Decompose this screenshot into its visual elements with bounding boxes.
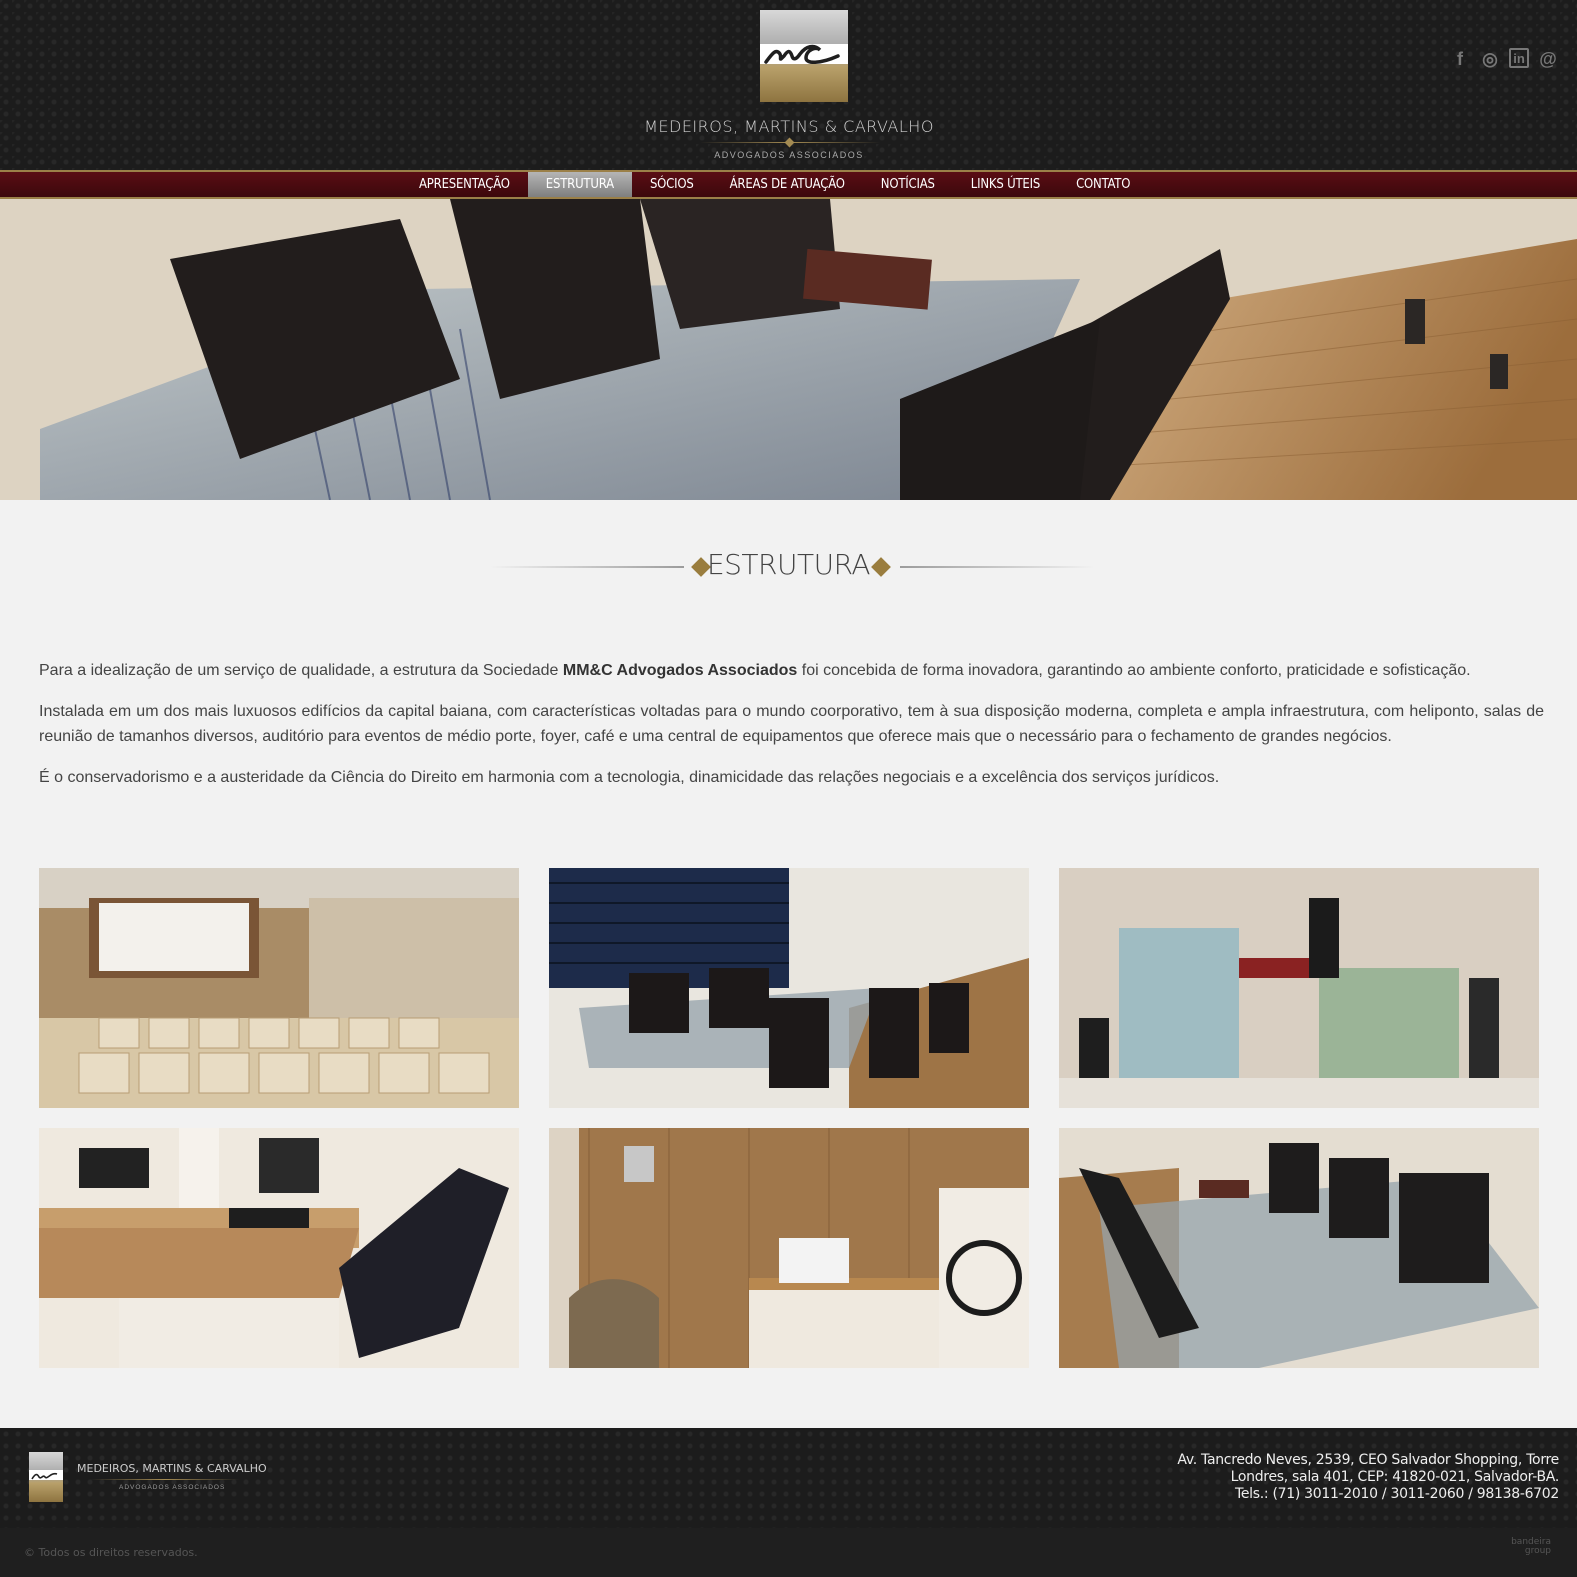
photo-auditorium[interactable]	[39, 868, 519, 1108]
paragraph: É o conservadorismo e a austeridade da C…	[39, 769, 1220, 786]
paragraph: Para a idealização de um serviço de qual…	[39, 662, 1471, 679]
footer-logo[interactable]	[29, 1452, 63, 1502]
address-line: Av. Tancredo Neves, 2539, CEO Salvador S…	[1177, 1452, 1559, 1468]
nav-item-socios[interactable]: SÓCIOS	[632, 172, 712, 197]
linkedin-icon[interactable]: in	[1509, 48, 1529, 68]
nav-item-links-uteis[interactable]: LINKS ÚTEIS	[953, 172, 1058, 197]
footer-firm-subtitle: ADVOGADOS ASSOCIADOS	[119, 1484, 226, 1491]
firm-subtitle: ADVOGADOS ASSOCIADOS	[714, 150, 864, 160]
agency-credit[interactable]: bandeira group	[1511, 1538, 1551, 1556]
nav-item-areas-de-atuacao[interactable]: ÁREAS DE ATUAÇÃO	[712, 172, 863, 197]
site-header: MEDEIROS, MARTINS & CARVALHO ADVOGADOS A…	[0, 0, 1577, 170]
photo-reception[interactable]	[549, 1128, 1029, 1368]
nav-item-estrutura[interactable]: ESTRUTURA	[527, 172, 632, 197]
footer-address: Av. Tancredo Neves, 2539, CEO Salvador S…	[1139, 1452, 1559, 1503]
nav-item-apresentacao[interactable]: APRESENTAÇÃO	[401, 172, 528, 197]
nav-item-contato[interactable]: CONTATO	[1058, 172, 1148, 197]
title-divider-right	[900, 566, 1094, 568]
phone-line: Tels.: (71) 3011-2010 / 3011-2060 / 9813…	[1234, 1486, 1559, 1502]
firm-name: MEDEIROS, MARTINS & CARVALHO	[644, 117, 934, 136]
paragraph: Instalada em um dos mais luxuosos edifíc…	[39, 703, 1544, 745]
footer-separator	[90, 1479, 240, 1480]
diamond-icon	[784, 137, 795, 148]
facebook-icon[interactable]: f	[1449, 48, 1471, 70]
firm-logo[interactable]	[760, 10, 848, 102]
page-content: Para a idealização de um serviço de qual…	[39, 658, 1544, 806]
photo-glass-table[interactable]	[1059, 1128, 1539, 1368]
photo-lobby[interactable]	[1059, 868, 1539, 1108]
footer-firm-name: MEDEIROS, MARTINS & CARVALHO	[77, 1462, 267, 1475]
address-line: Londres, sala 401, CEP: 41820-021, Salva…	[1230, 1469, 1560, 1485]
copyright: © Todos os direitos reservados.	[24, 1546, 198, 1559]
credit-line: group	[1524, 1546, 1551, 1556]
site-footer: MEDEIROS, MARTINS & CARVALHO ADVOGADOS A…	[0, 1428, 1577, 1528]
photo-office-desk[interactable]	[39, 1128, 519, 1368]
main-nav: APRESENTAÇÃO ESTRUTURA SÓCIOS ÁREAS DE A…	[0, 170, 1577, 199]
page-title: ESTRUTURA	[706, 548, 871, 581]
bottom-bar: © Todos os direitos reservados. bandeira…	[0, 1528, 1577, 1577]
nav-item-noticias[interactable]: NOTÍCIAS	[863, 172, 953, 197]
email-icon[interactable]: @	[1537, 48, 1559, 70]
photo-meeting-room[interactable]	[549, 868, 1029, 1108]
hero-banner-image	[0, 199, 1577, 500]
social-links: f ◎ in @	[1449, 48, 1559, 70]
instagram-icon[interactable]: ◎	[1479, 48, 1501, 70]
